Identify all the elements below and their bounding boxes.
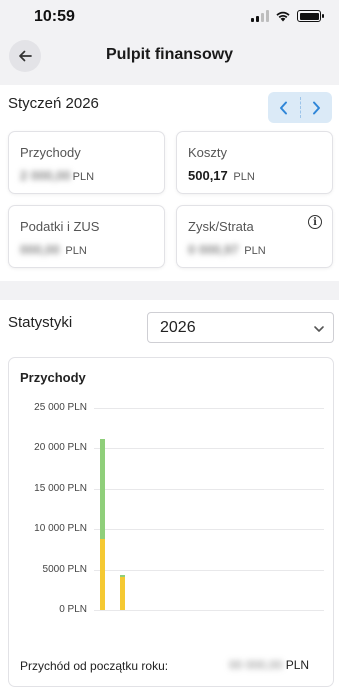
income-tile[interactable]: Przychody 2 000,00 PLN [8, 131, 165, 194]
year-select-value: 2026 [160, 319, 196, 336]
profit-tile[interactable]: Zysk/Strata i 0 000,97 PLN [176, 205, 333, 268]
income-chart-card: Przychody Przychód od początku roku: 00 … [8, 357, 334, 687]
taxes-amount: 000,00 [20, 242, 60, 257]
y-tick-label: 0 PLN [59, 604, 87, 615]
profit-unit: PLN [244, 245, 266, 257]
chart-gridline [94, 569, 324, 571]
signal-icon [251, 10, 269, 22]
taxes-tile[interactable]: Podatki i ZUS 000,00 PLN [8, 205, 165, 268]
year-select[interactable]: 2026 [147, 312, 334, 343]
taxes-label: Podatki i ZUS [20, 219, 100, 234]
next-month-button[interactable] [301, 92, 333, 123]
month-label: Styczeń 2026 [8, 95, 99, 112]
chart-title: Przychody [20, 370, 86, 385]
chart-bar-segment[interactable] [120, 576, 125, 610]
ytd-label: Przychód od początku roku: [20, 659, 169, 673]
info-icon[interactable]: i [308, 215, 322, 229]
income-value: 2 000,00 PLN [20, 168, 94, 183]
profit-value: 0 000,97 PLN [188, 242, 266, 257]
chart-gridline [94, 488, 324, 490]
costs-value: 500,17 PLN [188, 168, 255, 183]
prev-month-button[interactable] [268, 92, 300, 123]
chart-gridline [94, 610, 324, 611]
taxes-value: 000,00 PLN [20, 242, 87, 257]
statistics-label: Statystyki [8, 314, 73, 331]
y-tick-label: 25 000 PLN [34, 402, 87, 413]
y-tick-label: 10 000 PLN [34, 523, 87, 535]
statistics-section: Statystyki 2026 Przychody Przychód od po… [0, 300, 339, 691]
status-bar: 10:59 [0, 0, 339, 34]
costs-amount: 500,17 [188, 168, 228, 183]
battery-icon [297, 10, 324, 22]
costs-unit: PLN [233, 171, 255, 183]
chevron-down-icon [314, 326, 324, 332]
ytd-unit: PLN [285, 658, 310, 672]
month-navigator [268, 92, 332, 123]
profit-amount: 0 000,97 [188, 242, 239, 257]
chart-bar-segment[interactable] [100, 538, 105, 610]
taxes-unit: PLN [65, 245, 87, 257]
status-icons [251, 10, 324, 22]
chart-gridline [94, 408, 324, 409]
income-unit: PLN [72, 171, 95, 183]
y-tick-label: 15 000 PLN [34, 482, 87, 494]
income-label: Przychody [20, 145, 81, 160]
y-tick-label: 5000 PLN [42, 563, 87, 575]
costs-tile[interactable]: Koszty 500,17 PLN [176, 131, 333, 194]
y-tick-label: 20 000 PLN [34, 442, 87, 454]
status-time: 10:59 [34, 8, 75, 25]
wifi-icon [276, 11, 290, 22]
nav-bar: Pulpit finansowy [0, 34, 339, 78]
monthly-summary: Styczeń 2026 Przychody 2 000,00 PLN Koszt… [0, 85, 339, 281]
chart-gridline [94, 448, 324, 450]
ytd-amount: 00 000,00 [229, 658, 283, 672]
chevron-right-icon [312, 101, 320, 114]
profit-label: Zysk/Strata [188, 219, 254, 234]
chart-bar-segment[interactable] [120, 574, 125, 577]
chart-gridline [94, 529, 324, 531]
chart-bar-segment[interactable] [100, 438, 105, 539]
ytd-value: 00 000,00 PLN [229, 658, 309, 672]
income-amount: 2 000,00 [20, 168, 71, 183]
chevron-left-icon [280, 101, 288, 114]
costs-label: Koszty [188, 145, 228, 160]
page-title: Pulpit finansowy [105, 46, 234, 63]
